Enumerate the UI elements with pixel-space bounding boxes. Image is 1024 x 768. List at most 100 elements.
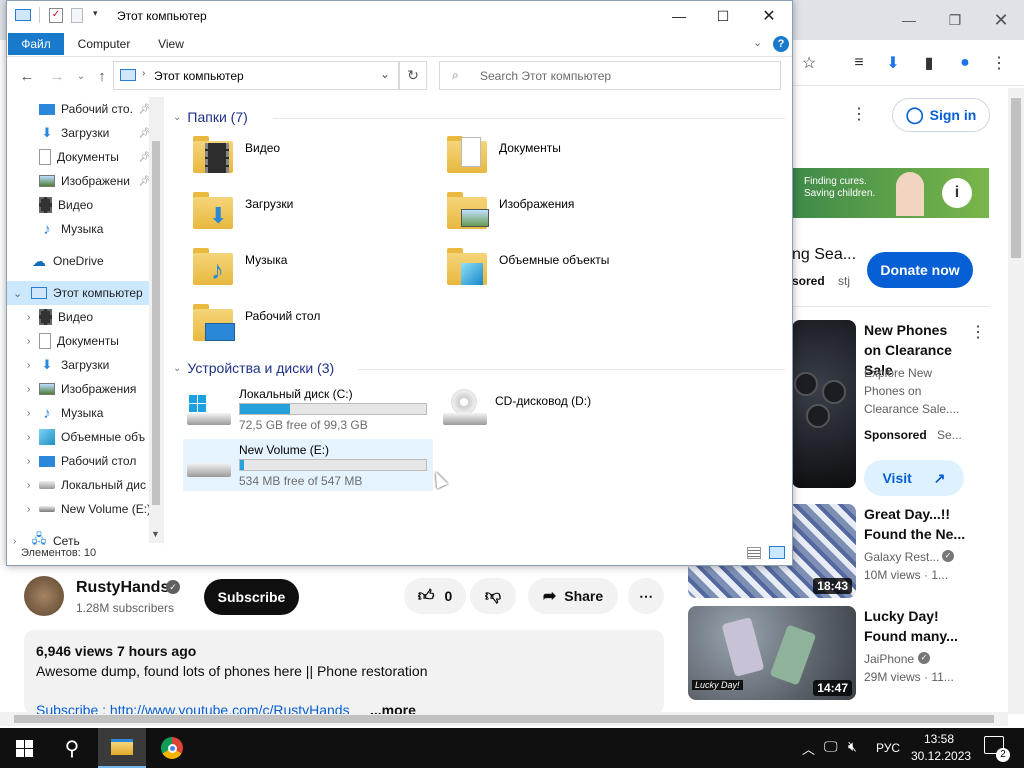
minimize-icon[interactable]: — (886, 0, 932, 40)
nav-quick-pictures[interactable]: Изображени 📌︎ (7, 169, 155, 193)
new-folder-icon[interactable] (71, 8, 83, 23)
forward-icon[interactable]: → (47, 67, 67, 85)
drive-d[interactable]: CD-дисковод (D:) (439, 383, 689, 435)
like-button[interactable]: 👍︎ 0 (404, 578, 466, 614)
folder-3d-objects[interactable]: Объемные объекты (447, 245, 609, 289)
ad-title[interactable]: ng Sea... (792, 246, 856, 264)
chevron-right-icon[interactable]: › (27, 480, 30, 491)
large-icons-view-icon[interactable] (769, 546, 785, 559)
nav-pc-desktop[interactable]: › Рабочий стол (7, 449, 155, 473)
share-button[interactable]: ➦ Share (528, 578, 618, 614)
close-icon[interactable]: ✕ (978, 0, 1024, 40)
nav-quick-music[interactable]: ♪ Музыка (7, 217, 155, 241)
card-title[interactable]: Great Day...!! Found the Ne... (864, 504, 984, 544)
nav-scrollbar-thumb[interactable] (152, 141, 160, 505)
folder-downloads[interactable]: ⬇ Загрузки (193, 189, 293, 233)
tab-view[interactable]: View (147, 33, 195, 55)
nav-pc-music[interactable]: › ♪ Музыка (7, 401, 155, 425)
ad-thumbnail[interactable] (792, 320, 856, 488)
show-more-button[interactable]: ...more (370, 702, 416, 714)
properties-icon[interactable]: ✓ (49, 8, 63, 23)
nav-network[interactable]: › 🖧︎ Сеть (7, 529, 155, 545)
bookmark-star-icon[interactable]: ☆ (798, 52, 820, 74)
ribbon-expand-icon[interactable]: ⌄ (753, 36, 762, 49)
description-box[interactable]: 6,946 views 7 hours ago Awesome dump, fo… (24, 630, 664, 714)
drive-e[interactable]: New Volume (E:) 534 MB free of 547 MB (183, 439, 433, 491)
download-icon[interactable]: ⬇ (882, 52, 904, 74)
menu-icon[interactable]: ⋮ (988, 52, 1010, 74)
media-control-icon[interactable]: ≡ (848, 52, 870, 74)
chevron-right-icon[interactable]: › (27, 504, 30, 515)
nav-quick-videos[interactable]: Видео (7, 193, 155, 217)
nav-quick-desktop[interactable]: Рабочий сто. 📌︎ (7, 97, 155, 121)
visit-button[interactable]: Visit ↗ (864, 460, 964, 496)
h-scrollbar-thumb[interactable] (14, 715, 994, 723)
horizontal-scrollbar[interactable] (0, 712, 1008, 726)
address-bar[interactable]: › Этот компьютер ⌄ (113, 61, 399, 90)
chevron-right-icon[interactable]: › (27, 336, 30, 347)
clock-date[interactable]: 30.12.2023 (911, 749, 971, 763)
chevron-down-icon[interactable]: ⌄ (173, 112, 181, 123)
nav-quick-documents[interactable]: Документы 📌︎ (7, 145, 155, 169)
tab-computer[interactable]: Computer (69, 33, 139, 55)
info-icon[interactable]: i (942, 178, 972, 208)
folder-documents[interactable]: Документы (447, 133, 561, 177)
description-link[interactable]: Subscribe : http://www.youtube.com/c/Rus… (36, 702, 356, 714)
volume-muted-icon[interactable]: 🔇︎ (848, 738, 857, 755)
nav-pc-videos[interactable]: › Видео (7, 305, 155, 329)
scrollbar-thumb[interactable] (1011, 98, 1021, 258)
up-icon[interactable]: ↑ (92, 67, 112, 85)
nav-scrollbar[interactable]: ▼ (149, 97, 163, 543)
nav-onedrive[interactable]: ☁ OneDrive (7, 249, 155, 273)
nav-pc-documents[interactable]: › Документы (7, 329, 155, 353)
profile-icon[interactable]: ● (954, 52, 976, 74)
clock-time[interactable]: 13:58 (924, 732, 954, 746)
dislike-button[interactable]: 👎︎ (470, 578, 516, 614)
qat-dropdown-icon[interactable]: ▾ (93, 8, 98, 19)
maximize-icon[interactable]: ☐ (700, 1, 746, 31)
minimize-icon[interactable]: — (656, 1, 702, 31)
details-view-icon[interactable] (747, 547, 761, 559)
more-vert-icon[interactable]: ⋮ (851, 104, 867, 124)
ad-banner[interactable]: Finding cures. Saving children. i (792, 168, 989, 218)
network-status-icon[interactable]: 🖵︎ (824, 738, 838, 755)
nav-pc-pictures[interactable]: › Изображения (7, 377, 155, 401)
drive-c[interactable]: Локальный диск (C:) 72,5 GB free of 99,3… (183, 383, 433, 435)
folder-desktop[interactable]: Рабочий стол (193, 301, 320, 345)
restore-icon[interactable]: ❐ (932, 0, 978, 40)
chrome-taskbar-icon[interactable] (148, 728, 196, 768)
side-panel-icon[interactable]: ▮ (918, 52, 940, 74)
breadcrumb[interactable]: Этот компьютер (154, 69, 244, 83)
video-thumbnail[interactable]: Lucky Day! 14:47 (688, 606, 856, 700)
channel-name[interactable]: RustyHands (76, 579, 169, 597)
chevron-right-icon[interactable]: › (27, 360, 30, 371)
tab-file[interactable]: Файл (8, 33, 64, 55)
address-dropdown-icon[interactable]: ⌄ (380, 67, 390, 81)
nav-pc-3d-objects[interactable]: › Объемные объ (7, 425, 155, 449)
search-icon[interactable]: ⚲ (48, 728, 96, 768)
sign-in-button[interactable]: ◯ Sign in (892, 98, 990, 132)
chevron-down-icon[interactable]: ⌄ (173, 363, 181, 374)
chevron-right-icon[interactable]: › (13, 536, 16, 546)
chevron-right-icon[interactable]: › (27, 312, 30, 323)
nav-quick-downloads[interactable]: ⬇ Загрузки 📌︎ (7, 121, 155, 145)
more-actions-button[interactable]: ⋯ (628, 578, 664, 614)
chevron-right-icon[interactable]: › (27, 384, 30, 395)
close-icon[interactable]: ✕ (746, 1, 792, 31)
card-title[interactable]: Lucky Day! Found many... (864, 606, 976, 646)
windows-start-icon[interactable] (0, 728, 48, 768)
chevron-right-icon[interactable]: › (27, 432, 30, 443)
folder-pictures[interactable]: Изображения (447, 189, 574, 233)
folder-videos[interactable]: Видео (193, 133, 280, 177)
folders-section-header[interactable]: ⌄ Папки (7) (173, 109, 785, 125)
channel-avatar[interactable] (24, 576, 64, 616)
recent-locations-icon[interactable]: ⌄ (71, 67, 91, 85)
file-explorer-taskbar-icon[interactable] (98, 728, 146, 768)
nav-this-pc[interactable]: ⌄ Этот компьютер (7, 281, 155, 305)
card-channel[interactable]: JaiPhone (864, 652, 914, 666)
subscribe-button[interactable]: Subscribe (204, 579, 299, 615)
breadcrumb-separator-icon[interactable]: › (142, 68, 145, 79)
nav-pc-local-disk[interactable]: › Локальный дис (7, 473, 155, 497)
search-box[interactable]: ⌕ Search Этот компьютер (439, 61, 781, 90)
chevron-down-icon[interactable]: ⌄ (13, 287, 22, 300)
